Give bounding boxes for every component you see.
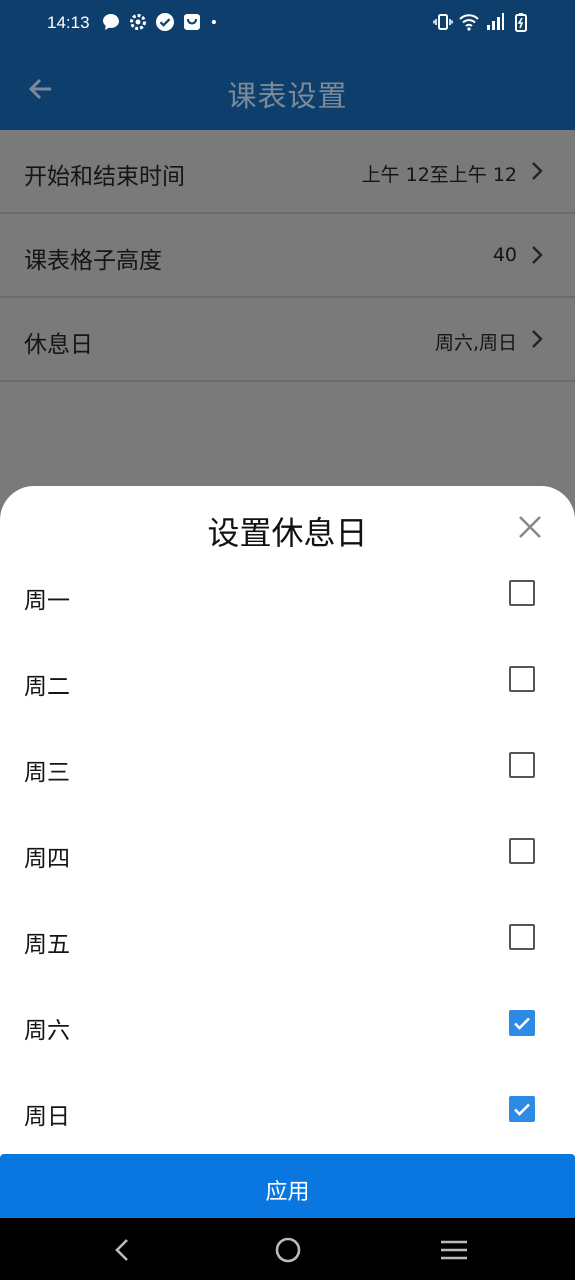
apply-button-label: 应用 bbox=[265, 1180, 310, 1205]
close-icon[interactable] bbox=[515, 512, 545, 542]
day-row-saturday[interactable]: 周六 bbox=[0, 984, 575, 1070]
rest-day-sheet: 设置休息日 周一 周二 周三 周四 周五 周六 周日 bbox=[0, 486, 575, 1218]
system-nav-bar bbox=[0, 1218, 575, 1280]
setting-label: 休息日 bbox=[24, 332, 93, 358]
day-checkbox[interactable] bbox=[509, 1010, 535, 1036]
day-checkbox[interactable] bbox=[509, 752, 535, 778]
app-bar: 课表设置 bbox=[0, 48, 575, 130]
chevron-right-icon bbox=[532, 330, 543, 348]
day-row-friday[interactable]: 周五 bbox=[0, 898, 575, 984]
status-time: 14:13 bbox=[47, 13, 90, 32]
day-checkbox[interactable] bbox=[509, 580, 535, 606]
day-row-sunday[interactable]: 周日 bbox=[0, 1070, 575, 1156]
day-row-monday[interactable]: 周一 bbox=[0, 554, 575, 640]
day-checkbox[interactable] bbox=[509, 924, 535, 950]
sheet-title: 设置休息日 bbox=[207, 514, 368, 552]
setting-value: 40 bbox=[492, 244, 517, 266]
setting-value: 上午 12至上午 12 bbox=[361, 164, 517, 186]
page-title: 课表设置 bbox=[227, 79, 348, 113]
setting-cell-height[interactable]: 课表格子高度 40 bbox=[0, 214, 575, 298]
battery-charging-icon bbox=[515, 13, 527, 32]
nav-home-icon[interactable] bbox=[272, 1234, 304, 1266]
setting-start-end-time[interactable]: 开始和结束时间 上午 12至上午 12 bbox=[0, 130, 575, 214]
day-label: 周日 bbox=[24, 1104, 70, 1130]
wifi-icon bbox=[459, 14, 479, 31]
apply-button[interactable]: 应用 bbox=[0, 1154, 575, 1218]
checkmark-icon bbox=[514, 1017, 530, 1030]
chevron-right-icon bbox=[532, 162, 543, 180]
setting-rest-days[interactable]: 休息日 周六,周日 bbox=[0, 298, 575, 382]
settings-list: 开始和结束时间 上午 12至上午 12 课表格子高度 40 休息日 周六,周日 bbox=[0, 130, 575, 382]
dot-icon bbox=[211, 19, 216, 25]
setting-label: 课表格子高度 bbox=[24, 248, 162, 274]
day-checkbox[interactable] bbox=[509, 838, 535, 864]
day-row-wednesday[interactable]: 周三 bbox=[0, 726, 575, 812]
day-label: 周四 bbox=[24, 846, 70, 872]
status-bar: 14:13 bbox=[0, 0, 575, 48]
bag-icon bbox=[184, 14, 200, 30]
day-checkbox[interactable] bbox=[509, 1096, 535, 1122]
day-label: 周六 bbox=[24, 1018, 70, 1044]
chevron-right-icon bbox=[532, 246, 543, 264]
day-row-tuesday[interactable]: 周二 bbox=[0, 640, 575, 726]
check-circle-icon bbox=[156, 13, 174, 31]
day-label: 周一 bbox=[24, 588, 70, 614]
nav-back-icon[interactable] bbox=[106, 1234, 138, 1266]
day-label: 周二 bbox=[24, 674, 70, 700]
signal-icon bbox=[487, 13, 504, 30]
chat-bubble-icon bbox=[103, 14, 119, 30]
gear-icon bbox=[130, 14, 146, 30]
nav-menu-icon[interactable] bbox=[438, 1234, 470, 1266]
day-row-thursday[interactable]: 周四 bbox=[0, 812, 575, 898]
day-label: 周三 bbox=[24, 760, 70, 786]
vibrate-icon bbox=[433, 14, 453, 30]
setting-label: 开始和结束时间 bbox=[24, 164, 185, 190]
day-label: 周五 bbox=[24, 932, 70, 958]
checkmark-icon bbox=[514, 1103, 530, 1116]
setting-value: 周六,周日 bbox=[434, 332, 517, 354]
day-checkbox[interactable] bbox=[509, 666, 535, 692]
